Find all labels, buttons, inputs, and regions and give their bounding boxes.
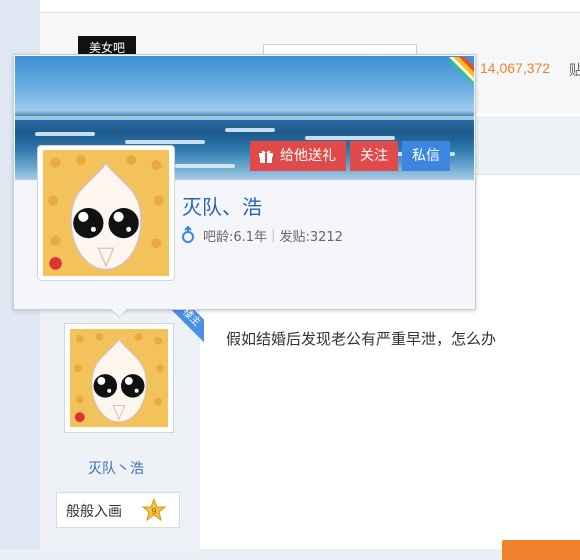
author-avatar-frame[interactable] bbox=[64, 323, 174, 433]
popup-pointer-inner bbox=[108, 306, 130, 317]
svg-text:9: 9 bbox=[151, 507, 156, 516]
follow-button[interactable]: 关注 bbox=[350, 141, 398, 171]
private-message-button[interactable]: 私信 bbox=[402, 141, 450, 171]
male-gender-icon bbox=[182, 226, 194, 243]
author-avatar[interactable] bbox=[70, 329, 168, 427]
member-count: 14,067,372 bbox=[480, 60, 551, 76]
gift-icon bbox=[259, 150, 273, 163]
banner-wave bbox=[305, 136, 395, 140]
banner-wave bbox=[175, 164, 235, 168]
posts-count-label: 发贴:3212 bbox=[279, 229, 343, 245]
popup-action-row: 给他送礼 关注 私信 bbox=[250, 141, 450, 171]
popup-user-stats: 吧龄:6.1年 | 发贴:3212 bbox=[181, 225, 343, 245]
reply-button[interactable] bbox=[502, 540, 580, 560]
send-gift-button[interactable]: 给他送礼 bbox=[250, 141, 346, 171]
popup-avatar[interactable] bbox=[42, 150, 170, 276]
popup-username[interactable]: 灭队、浩 bbox=[182, 191, 262, 220]
tenure-label: 吧龄:6.1年 bbox=[203, 229, 268, 245]
member-count-suffix: 贴 bbox=[569, 63, 580, 79]
author-level-badge[interactable]: 般般入画 9 bbox=[56, 492, 180, 528]
send-gift-label: 给他送礼 bbox=[280, 148, 336, 164]
banner-wave bbox=[35, 132, 95, 136]
stats-divider: | bbox=[271, 227, 276, 243]
banner-wave bbox=[225, 128, 275, 132]
author-level-label: 般般入画 bbox=[66, 504, 122, 520]
user-popup-card: 给他送礼 关注 私信 灭队、浩 吧龄:6.1年 | 发贴:3212 bbox=[13, 54, 476, 310]
author-name-link[interactable]: 灭队丶浩 bbox=[88, 458, 144, 478]
popup-avatar-frame[interactable] bbox=[37, 145, 175, 281]
star-level-icon: 9 bbox=[141, 497, 167, 522]
color-corner-badge-icon[interactable] bbox=[449, 57, 474, 83]
banner-wave bbox=[125, 140, 205, 144]
banner-horizon bbox=[15, 116, 474, 120]
post-content-text: 假如结婚后发现老公有严重早泄，怎么办 bbox=[226, 330, 497, 348]
